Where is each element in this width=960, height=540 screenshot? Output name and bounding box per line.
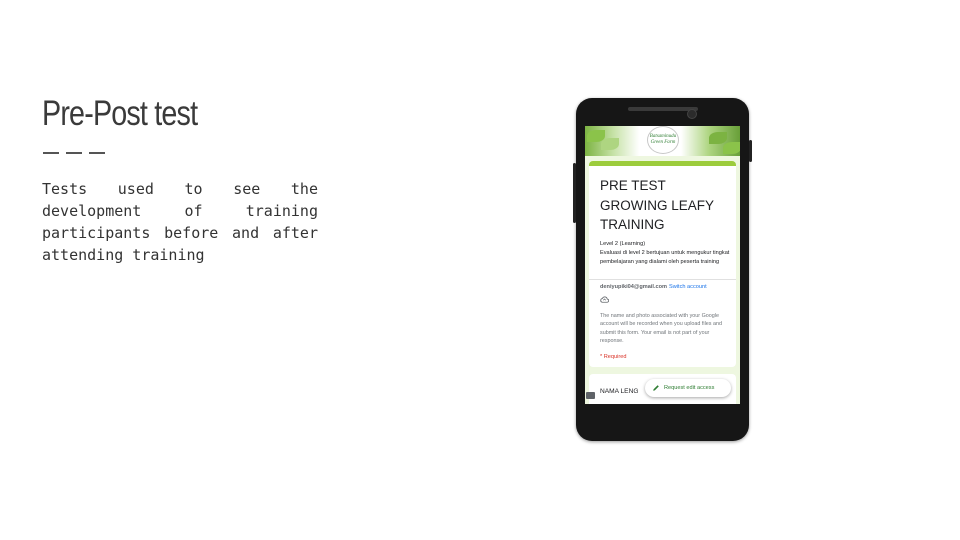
slide-body-text: Tests used to see the development of tra… [42, 180, 318, 264]
phone-side-button [573, 163, 576, 223]
request-edit-access-button[interactable]: Request edit access [645, 379, 731, 397]
slide-title: Pre-Post test [42, 94, 198, 133]
phone-mockup: Batsaminudu Green Farm PRE TEST GROWING … [573, 98, 752, 441]
form-description: Level 2 (Learning) Evaluasi di level 2 b… [600, 240, 730, 266]
phone-power-button [749, 140, 752, 162]
leaf-decoration [723, 142, 740, 154]
form-title: PRE TEST GROWING LEAFY TRAINING [600, 178, 714, 232]
question-card: NAMA LENG Request edit access [589, 374, 736, 404]
form-description-text: Evaluasi di level 2 bertujuan untuk meng… [600, 249, 730, 265]
leaf-decoration [601, 138, 619, 150]
switch-account-link[interactable]: Switch account [669, 284, 707, 290]
form-header-banner: Batsaminudu Green Farm [585, 126, 740, 156]
phone-camera [687, 109, 697, 119]
farm-logo: Batsaminudu Green Farm [647, 126, 679, 154]
account-row: deniyupiki04@gmail.com Switch account [600, 284, 734, 290]
privacy-notice: The name and photo associated with your … [600, 313, 722, 345]
form-description-level: Level 2 (Learning) [600, 241, 646, 247]
report-icon[interactable] [586, 392, 595, 399]
title-divider [43, 152, 105, 154]
form-header-card: PRE TEST GROWING LEAFY TRAINING Level 2 … [589, 161, 736, 367]
account-email: deniyupiki04@gmail.com [600, 284, 668, 290]
leaf-decoration [709, 132, 727, 144]
field-label-nama: NAMA LENG [600, 388, 639, 395]
card-divider [589, 279, 736, 280]
pencil-icon [653, 385, 659, 391]
request-edit-access-label: Request edit access [664, 385, 715, 391]
phone-screen: Batsaminudu Green Farm PRE TEST GROWING … [585, 126, 740, 404]
required-note: * Required [600, 354, 627, 360]
cloud-save-icon [600, 296, 609, 303]
